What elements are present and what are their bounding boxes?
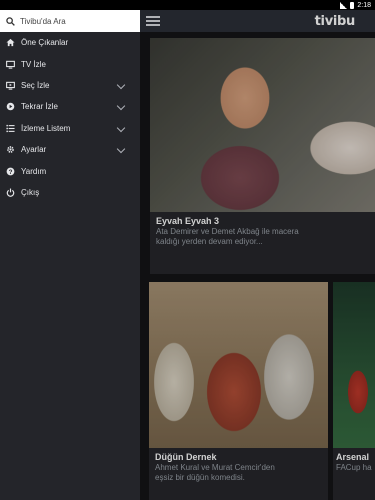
nav-item-featured[interactable]: Öne Çıkanlar: [0, 32, 140, 53]
nav-item-label: Çıkış: [21, 187, 40, 197]
help-icon: ?: [6, 167, 15, 176]
nav-item-label: Yardım: [21, 166, 47, 176]
screen-play-icon: [6, 81, 15, 90]
nav-item-label: TV İzle: [21, 59, 46, 69]
card-description: kaldığı yerden devam ediyor...: [156, 237, 263, 246]
app-bar: tivibu: [140, 10, 375, 32]
navigation-drawer: Öne Çıkanlar TV İzle Seç İzle Tekrar İzl…: [0, 10, 140, 500]
card-caption: Eyvah Eyvah 3 Ata Demirer ve Demet Akbağ…: [150, 212, 375, 274]
gear-icon: [6, 145, 15, 154]
card-title: Düğün Dernek: [155, 452, 217, 462]
card-title: Arsenal: [336, 452, 370, 462]
chevron-down-icon[interactable]: [116, 144, 126, 154]
content-card[interactable]: Arsenal FACup ha: [333, 282, 375, 500]
status-bar: 2:18: [0, 0, 375, 10]
status-time: 2:18: [357, 1, 371, 9]
content-card[interactable]: Eyvah Eyvah 3 Ata Demirer ve Demet Akbağ…: [150, 38, 375, 274]
nav-item-tv[interactable]: TV İzle: [0, 53, 140, 74]
nav-item-replay[interactable]: Tekrar İzle: [0, 96, 140, 117]
search-bar[interactable]: [0, 10, 140, 32]
home-icon: [6, 38, 15, 47]
list-icon: [6, 124, 15, 133]
nav-item-settings[interactable]: Ayarlar: [0, 139, 140, 160]
signal-icon: [340, 1, 348, 9]
card-title: Eyvah Eyvah 3: [156, 216, 220, 226]
nav-item-label: İzleme Listem: [21, 123, 71, 133]
chevron-down-icon[interactable]: [116, 123, 126, 132]
nav-item-label: Seç İzle: [21, 80, 50, 90]
nav-item-help[interactable]: ? Yardım: [0, 160, 140, 181]
svg-text:?: ?: [9, 168, 13, 175]
power-icon: [6, 188, 15, 197]
search-input[interactable]: [15, 16, 130, 26]
chevron-down-icon[interactable]: [116, 80, 126, 90]
nav-item-logout[interactable]: Çıkış: [0, 182, 140, 203]
nav-item-label: Tekrar İzle: [21, 102, 58, 112]
tv-icon: [6, 60, 15, 69]
app-logo: tivibu: [314, 14, 356, 29]
hamburger-menu-icon[interactable]: [146, 14, 160, 28]
nav-menu: Öne Çıkanlar TV İzle Seç İzle Tekrar İzl…: [0, 32, 140, 203]
card-description: eşsiz bir düğün komedisi.: [155, 473, 245, 482]
nav-item-on-demand[interactable]: Seç İzle: [0, 75, 140, 96]
nav-item-label: Öne Çıkanlar: [21, 38, 69, 48]
search-icon: [6, 16, 15, 26]
card-description: Ahmet Kural ve Murat Cemcir'den: [155, 463, 275, 472]
chevron-down-icon[interactable]: [116, 101, 126, 111]
battery-icon: [350, 1, 355, 9]
content-grid: Eyvah Eyvah 3 Ata Demirer ve Demet Akbağ…: [140, 32, 375, 500]
card-caption: Arsenal FACup ha: [333, 448, 375, 500]
nav-item-label: Ayarlar: [21, 145, 47, 155]
card-description: FACup ha: [336, 463, 372, 472]
replay-icon: [6, 102, 15, 111]
nav-item-watchlist[interactable]: İzleme Listem: [0, 118, 140, 139]
card-caption: Düğün Dernek Ahmet Kural ve Murat Cemcir…: [149, 448, 328, 500]
card-description: Ata Demirer ve Demet Akbağ ile macera: [156, 227, 299, 236]
content-card[interactable]: Düğün Dernek Ahmet Kural ve Murat Cemcir…: [149, 282, 328, 500]
